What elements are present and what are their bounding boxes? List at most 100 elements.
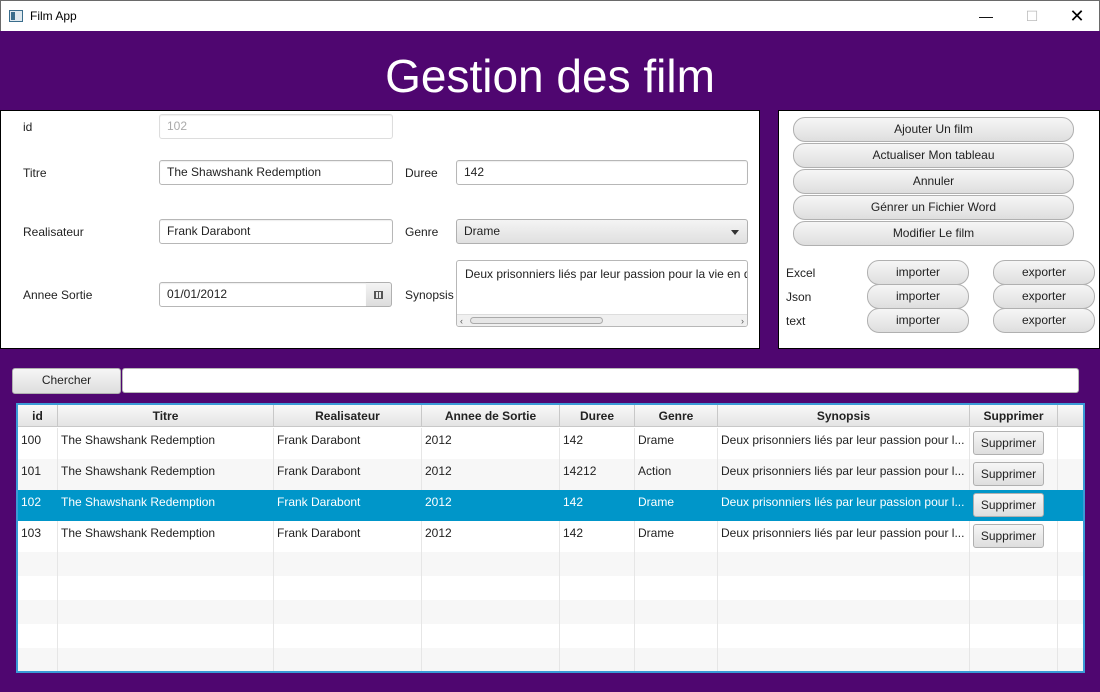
cell-id: 101 (18, 459, 58, 490)
window-title: Film App (30, 9, 77, 23)
cell-synopsis: Deux prisonniers liés par leur passion p… (718, 428, 970, 459)
text-label: text (786, 314, 806, 328)
genre-label: Genre (405, 225, 439, 239)
column-header-titre[interactable]: Titre (58, 405, 274, 427)
page-title: Gestion des film (385, 50, 715, 102)
cell-annee: 2012 (422, 521, 560, 552)
empty-row (18, 576, 1083, 600)
cell-annee: 2012 (422, 428, 560, 459)
column-header-duree[interactable]: Duree (560, 405, 635, 427)
empty-row (18, 648, 1083, 671)
table-row[interactable]: 101 The Shawshank Redemption Frank Darab… (18, 459, 1083, 490)
close-button[interactable]: ✕ (1054, 1, 1100, 31)
genre-selected-value: Drame (464, 224, 501, 238)
text-export-button[interactable]: exporter (993, 308, 1095, 333)
id-field: 102 (159, 114, 393, 139)
cell-id: 103 (18, 521, 58, 552)
synopsis-text: Deux prisonniers liés par leur passion p… (465, 267, 748, 281)
duree-field[interactable]: 142 (456, 160, 748, 185)
empty-row (18, 552, 1083, 576)
cell-duree: 142 (560, 428, 635, 459)
date-picker-button[interactable] (366, 282, 392, 307)
film-form-panel: id 102 Titre The Shawshank Redemption Du… (0, 110, 760, 349)
supprimer-button[interactable]: Supprimer (973, 524, 1044, 548)
duree-label: Duree (405, 166, 438, 180)
titre-label: Titre (23, 166, 47, 180)
cell-titre: The Shawshank Redemption (58, 490, 274, 521)
column-header-realisateur[interactable]: Realisateur (274, 405, 422, 427)
cell-realisateur: Frank Darabont (274, 490, 422, 521)
maximize-button[interactable]: ☐ (1009, 1, 1055, 31)
cell-titre: The Shawshank Redemption (58, 521, 274, 552)
column-header-id[interactable]: id (18, 405, 58, 427)
supprimer-button[interactable]: Supprimer (973, 462, 1044, 486)
cell-supprimer: Supprimer (970, 490, 1058, 521)
cell-synopsis: Deux prisonniers liés par leur passion p… (718, 521, 970, 552)
cell-titre: The Shawshank Redemption (58, 459, 274, 490)
cell-supprimer: Supprimer (970, 428, 1058, 459)
table-row[interactable]: 100 The Shawshank Redemption Frank Darab… (18, 428, 1083, 459)
table-row[interactable]: 103 The Shawshank Redemption Frank Darab… (18, 521, 1083, 552)
annuler-button[interactable]: Annuler (793, 169, 1074, 194)
json-import-button[interactable]: importer (867, 284, 969, 309)
column-header-annee[interactable]: Annee de Sortie (422, 405, 560, 427)
realisateur-label: Realisateur (23, 225, 84, 239)
cell-duree: 14212 (560, 459, 635, 490)
empty-row (18, 600, 1083, 624)
chercher-button[interactable]: Chercher (12, 368, 121, 394)
table-row-selected[interactable]: 102 The Shawshank Redemption Frank Darab… (18, 490, 1083, 521)
cell-genre: Drame (635, 490, 718, 521)
window-titlebar: Film App — ☐ ✕ (0, 0, 1100, 31)
cell-realisateur: Frank Darabont (274, 521, 422, 552)
cell-id: 100 (18, 428, 58, 459)
cell-realisateur: Frank Darabont (274, 428, 422, 459)
column-header-genre[interactable]: Genre (635, 405, 718, 427)
column-header-supprimer[interactable]: Supprimer (970, 405, 1058, 427)
cell-annee: 2012 (422, 459, 560, 490)
horizontal-scrollbar[interactable]: ‹ › (457, 314, 747, 326)
cell-duree: 142 (560, 490, 635, 521)
cell-genre: Drame (635, 521, 718, 552)
generer-word-button[interactable]: Génrer un Fichier Word (793, 195, 1074, 220)
search-input[interactable] (122, 368, 1079, 393)
table-header: id Titre Realisateur Annee de Sortie Dur… (18, 405, 1083, 427)
cell-synopsis: Deux prisonniers liés par leur passion p… (718, 459, 970, 490)
text-import-button[interactable]: importer (867, 308, 969, 333)
excel-export-button[interactable]: exporter (993, 260, 1095, 285)
cell-titre: The Shawshank Redemption (58, 428, 274, 459)
cell-supprimer: Supprimer (970, 459, 1058, 490)
synopsis-label: Synopsis (405, 288, 454, 302)
scrollbar-thumb[interactable] (470, 317, 603, 324)
annee-date-field[interactable]: 01/01/2012 (159, 282, 367, 307)
cell-id: 102 (18, 490, 58, 521)
scroll-left-icon[interactable]: ‹ (460, 316, 463, 326)
cell-genre: Action (635, 459, 718, 490)
empty-row (18, 624, 1083, 648)
id-label: id (23, 120, 33, 134)
supprimer-button[interactable]: Supprimer (973, 493, 1044, 517)
app-icon (9, 10, 23, 22)
cell-synopsis: Deux prisonniers liés par leur passion p… (718, 490, 970, 521)
ajouter-film-button[interactable]: Ajouter Un film (793, 117, 1074, 142)
calendar-icon (374, 291, 383, 299)
column-header-synopsis[interactable]: Synopsis (718, 405, 970, 427)
films-table[interactable]: id Titre Realisateur Annee de Sortie Dur… (16, 403, 1085, 673)
modifier-film-button[interactable]: Modifier Le film (793, 221, 1074, 246)
excel-label: Excel (786, 266, 816, 280)
actualiser-tableau-button[interactable]: Actualiser Mon tableau (793, 143, 1074, 168)
supprimer-button[interactable]: Supprimer (973, 431, 1044, 455)
actions-panel: Ajouter Un film Actualiser Mon tableau A… (778, 110, 1100, 349)
excel-import-button[interactable]: importer (867, 260, 969, 285)
realisateur-field[interactable]: Frank Darabont (159, 219, 393, 244)
titre-field[interactable]: The Shawshank Redemption (159, 160, 393, 185)
app-area: Gestion des film id 102 Titre The Shawsh… (0, 31, 1100, 692)
json-label: Json (786, 290, 812, 304)
synopsis-textarea[interactable]: Deux prisonniers liés par leur passion p… (456, 260, 748, 327)
annee-label: Annee Sortie (23, 288, 93, 302)
chevron-down-icon (731, 230, 739, 235)
scroll-right-icon[interactable]: › (741, 316, 744, 326)
cell-realisateur: Frank Darabont (274, 459, 422, 490)
minimize-button[interactable]: — (963, 1, 1009, 31)
genre-select[interactable]: Drame (456, 219, 748, 244)
json-export-button[interactable]: exporter (993, 284, 1095, 309)
